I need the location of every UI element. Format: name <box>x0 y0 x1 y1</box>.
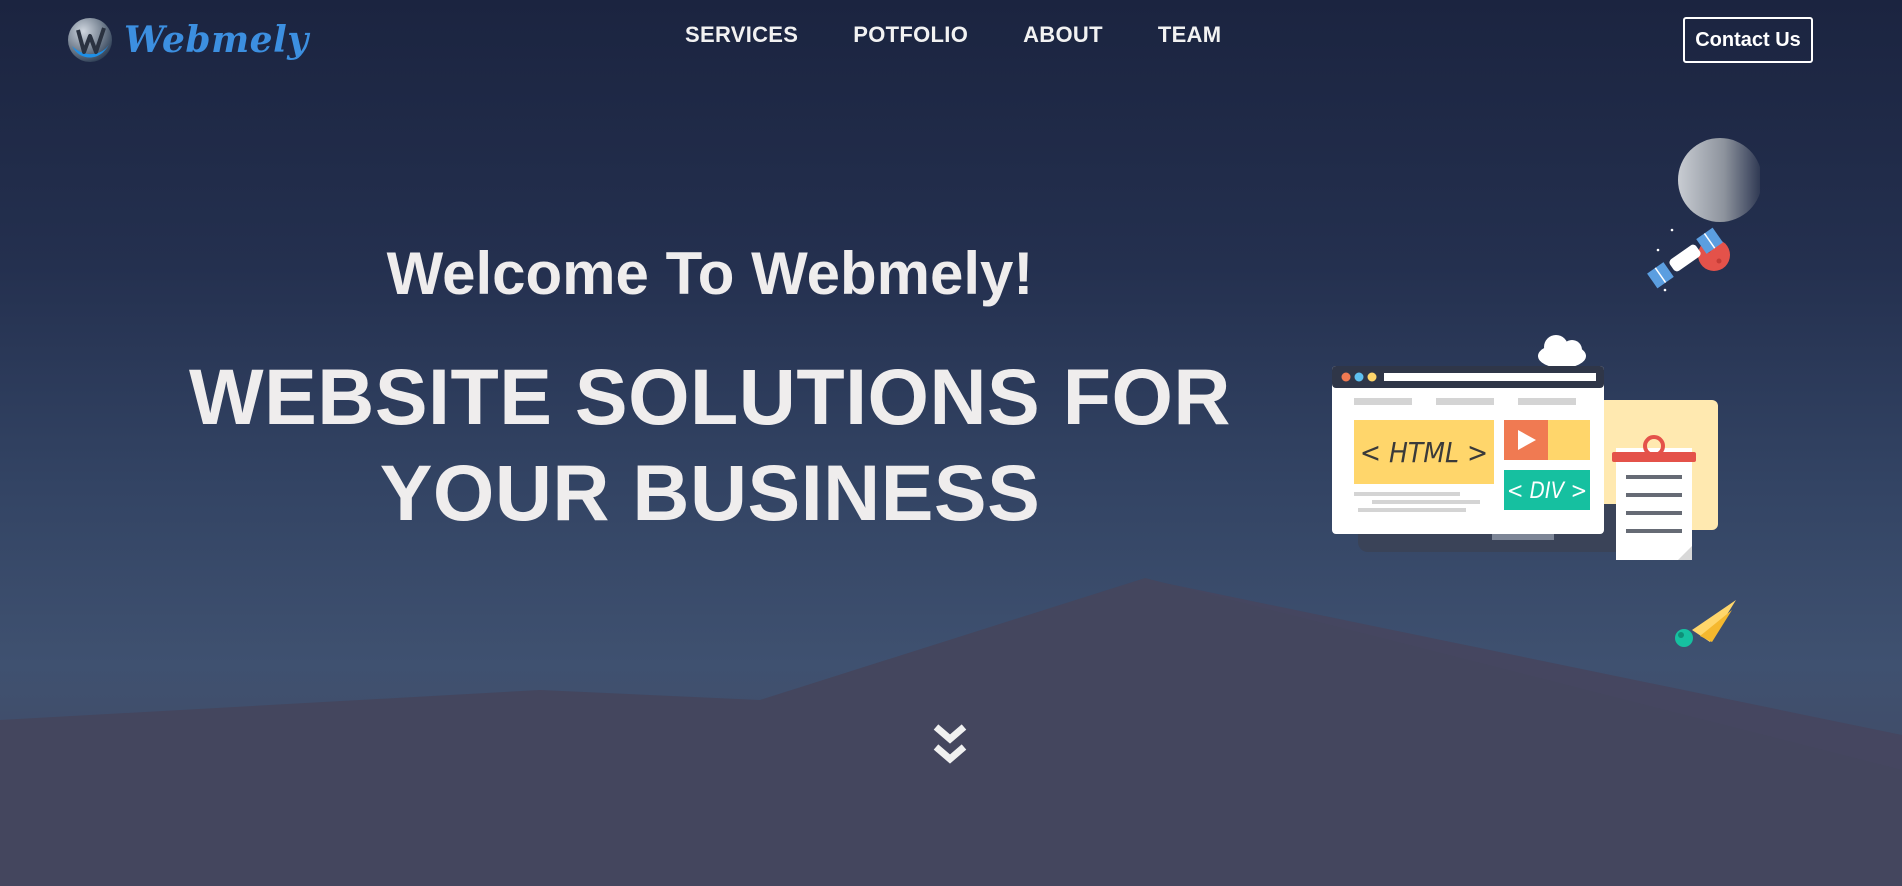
nav-item-portfolio[interactable]: POTFOLIO <box>853 22 968 48</box>
nav-item-team[interactable]: TEAM <box>1158 22 1222 48</box>
hero-headline-line-2: YOUR BUSINESS <box>379 448 1041 537</box>
hero-headline: WEBSITE SOLUTIONS FOR YOUR BUSINESS <box>140 349 1280 541</box>
main-nav: SERVICES POTFOLIO ABOUT TEAM <box>685 22 1221 48</box>
web-illustration: < HTML > < DIV > <box>1332 138 1760 647</box>
hero-headline-line-1: WEBSITE SOLUTIONS FOR <box>189 352 1231 441</box>
hero-section: Welcome To Webmely! WEBSITE SOLUTIONS FO… <box>140 235 1280 541</box>
w-logo-icon <box>68 18 112 62</box>
brand-logo[interactable]: Webmely <box>66 16 309 64</box>
scroll-down-button[interactable] <box>930 723 970 769</box>
nav-item-services[interactable]: SERVICES <box>685 22 798 48</box>
double-chevron-down-icon <box>933 724 967 764</box>
moon-icon <box>1678 138 1760 222</box>
brand-name: Webmely <box>124 19 309 61</box>
satellite-icon <box>1647 227 1730 292</box>
cloud-icon <box>1538 335 1586 368</box>
nav-item-about[interactable]: ABOUT <box>1023 22 1103 48</box>
hero-welcome: Welcome To Webmely! <box>386 240 1034 307</box>
contact-us-button[interactable]: Contact Us <box>1683 17 1813 63</box>
html-tag-label: < HTML > <box>1360 436 1488 469</box>
div-tag-label: < DIV > <box>1507 479 1587 504</box>
site-header: Webmely SERVICES POTFOLIO ABOUT TEAM Con… <box>0 0 1902 86</box>
comet-icon <box>1675 600 1736 647</box>
notepad-icon <box>1612 435 1696 560</box>
